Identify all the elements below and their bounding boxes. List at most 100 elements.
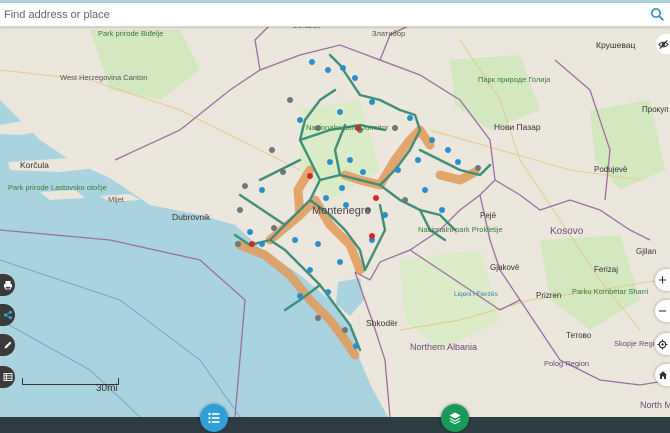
poi-marker (382, 212, 388, 218)
map-label: Нови Пазар (494, 122, 541, 132)
map-label: Korčula (20, 160, 49, 170)
poi-marker (339, 185, 345, 191)
poi-marker (352, 75, 358, 81)
plus-icon: + (658, 271, 667, 289)
map-label: North M (640, 400, 670, 410)
map-label: Park prirode Lastovsko otočje (8, 183, 107, 192)
home-button[interactable] (655, 364, 670, 386)
poi-marker (429, 137, 435, 143)
search-input[interactable] (4, 5, 634, 24)
poi-marker (402, 197, 408, 203)
map-label: Northern Albania (410, 342, 477, 352)
eye-off-icon (657, 39, 669, 49)
locate-icon (657, 338, 668, 350)
map-label: Dubrovnik (172, 212, 211, 222)
search-bar (0, 3, 670, 27)
map-label: Парк природе Голија (478, 75, 551, 84)
poi-marker (237, 207, 243, 213)
poi-marker (235, 241, 241, 247)
poi-marker (297, 293, 303, 299)
poi-marker (342, 327, 348, 333)
poi-marker (415, 157, 421, 163)
poi-marker (309, 59, 315, 65)
zoom-in-button[interactable]: + (655, 269, 670, 291)
poi-marker (407, 115, 413, 121)
map-label: Pejë (480, 211, 497, 220)
base-map[interactable]: Park prirode Biđelje West Herzegovina Ca… (0, 0, 670, 433)
map-label: Nacionalni park Prokletije (418, 225, 503, 234)
poi-marker (347, 157, 353, 163)
map-label: Kosovo (550, 226, 584, 237)
map-label: Montenegro (312, 205, 371, 217)
map-label: Ferizaj (594, 265, 618, 274)
poi-marker (325, 289, 331, 295)
map-label: Крушевац (596, 40, 636, 50)
poi-marker (259, 187, 265, 193)
map-label: Mljet (108, 195, 125, 204)
share-icon (3, 310, 12, 320)
map-label: Златибор (372, 29, 405, 38)
pencil-icon (4, 341, 11, 349)
poi-marker (269, 147, 275, 153)
poi-marker (287, 97, 293, 103)
map-label: Liqeni i Fierzës (454, 291, 498, 298)
map-label: Gjilan (636, 247, 656, 256)
maritime-lines (0, 259, 241, 418)
poi-marker (249, 241, 255, 247)
print-icon (3, 281, 12, 290)
poi-marker (307, 267, 313, 273)
bottom-toolbar (0, 417, 670, 433)
legend-list-button[interactable] (200, 404, 228, 432)
search-icon[interactable] (650, 7, 664, 21)
poi-marker (325, 67, 331, 73)
poi-marker (315, 315, 321, 321)
map-label: Polog Region (544, 359, 589, 368)
poi-marker (337, 259, 343, 265)
poi-marker (292, 237, 298, 243)
poi-marker (337, 109, 343, 115)
poi-marker (340, 65, 346, 71)
poi-marker (242, 183, 248, 189)
poi-marker (280, 169, 286, 175)
map-label: Shkodër (366, 318, 398, 328)
map-label: Park prirode Biđelje (98, 29, 163, 38)
poi-marker (297, 117, 303, 123)
poi-marker (323, 195, 329, 201)
locate-button[interactable] (655, 333, 670, 355)
list-icon (208, 412, 220, 424)
layers-icon (449, 412, 461, 425)
map-label: Gjakovë (490, 263, 520, 272)
minus-icon: − (658, 302, 667, 320)
home-icon (658, 371, 667, 379)
poi-marker (439, 207, 445, 213)
zoom-out-button[interactable]: − (655, 300, 670, 322)
poi-marker (369, 233, 375, 239)
map-label: West Herzegovina Canton (60, 73, 147, 82)
poi-marker (392, 125, 398, 131)
table-icon (3, 373, 12, 381)
poi-marker (307, 173, 313, 179)
map-label: Nacionalni park Durmitor (306, 123, 389, 132)
poi-marker (360, 169, 366, 175)
map-label: Тетово (566, 331, 592, 340)
poi-marker (247, 229, 253, 235)
poi-marker (315, 241, 321, 247)
poi-marker (422, 187, 428, 193)
poi-marker (373, 195, 379, 201)
scale-label: 30mi (96, 383, 118, 394)
poi-marker (475, 165, 481, 171)
poi-marker (455, 159, 461, 165)
hide-layers-button[interactable] (656, 34, 670, 54)
map-label: Прокуп (642, 105, 669, 114)
map-label: Parku Kombëtar Sharri (572, 287, 649, 296)
poi-marker (395, 167, 401, 173)
poi-marker (327, 159, 333, 165)
poi-marker (259, 241, 265, 247)
map-label: Podujevë (594, 165, 628, 174)
map-label: Prizren (536, 291, 561, 300)
poi-marker (271, 225, 277, 231)
poi-marker (445, 147, 451, 153)
poi-marker (369, 99, 375, 105)
layers-button[interactable] (441, 404, 469, 432)
poi-marker (353, 343, 359, 349)
